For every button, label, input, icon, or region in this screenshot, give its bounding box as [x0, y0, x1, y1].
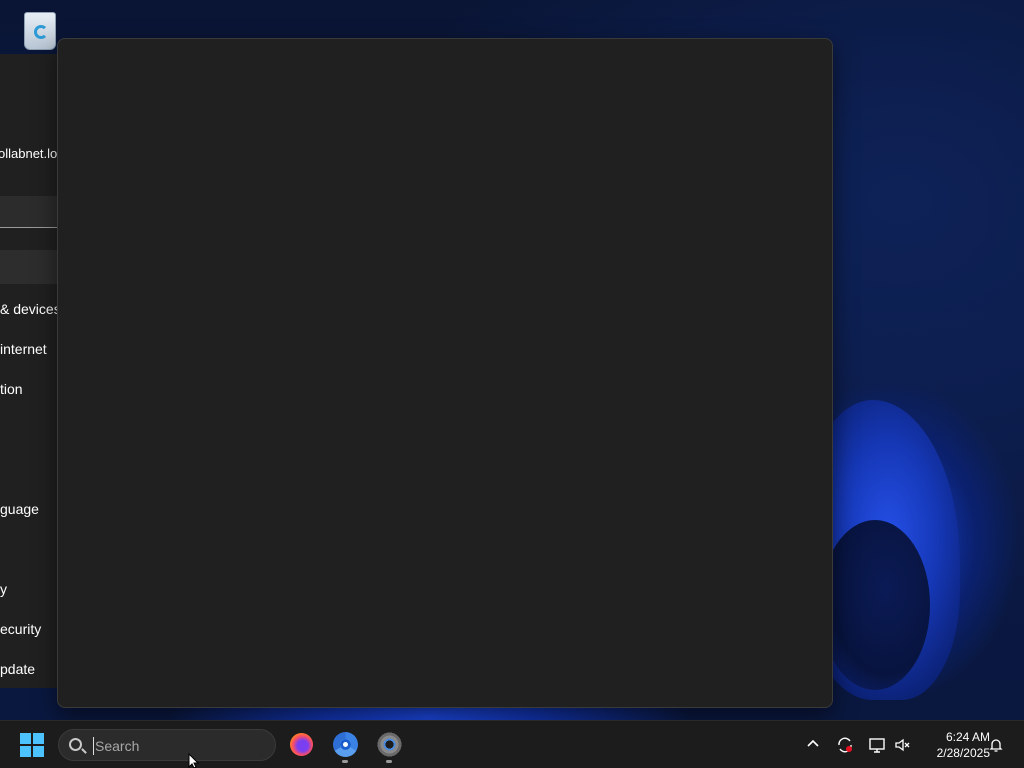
- clock-date: 2/28/2025: [936, 746, 990, 760]
- running-indicator: [342, 760, 348, 763]
- nav-item-selected[interactable]: [0, 250, 60, 284]
- search-input[interactable]: [93, 737, 263, 755]
- sync-icon[interactable]: [836, 736, 854, 754]
- clock-time: 6:24 AM: [945, 730, 990, 744]
- chevron-up-icon[interactable]: [804, 735, 822, 753]
- nav-item-bluetooth-devices[interactable]: & devices: [0, 301, 60, 317]
- search-icon: [69, 738, 82, 751]
- settings-window: ollabnet.lo & devices internet tion guag…: [0, 54, 60, 688]
- wallpaper-bloom-shadow: [820, 520, 930, 690]
- taskbar-app-chrome[interactable]: [327, 727, 363, 763]
- taskbar-app-firefox[interactable]: [283, 727, 319, 763]
- recycle-bin-icon[interactable]: [20, 8, 60, 52]
- taskbar: 6:24 AM 2/28/2025: [0, 720, 1024, 768]
- notification-bell-icon[interactable]: [987, 736, 1005, 754]
- system-clock[interactable]: 6:24 AM 2/28/2025: [916, 729, 990, 761]
- blank-window[interactable]: [57, 38, 833, 708]
- nav-item-personalization[interactable]: tion: [0, 381, 23, 397]
- settings-search-input[interactable]: [0, 196, 60, 228]
- nav-item-windows-update[interactable]: pdate: [0, 661, 35, 677]
- windows-logo-icon: [20, 733, 31, 744]
- start-button[interactable]: [16, 729, 48, 761]
- volume-muted-icon[interactable]: [894, 736, 912, 754]
- nav-item-accessibility[interactable]: y: [0, 581, 7, 597]
- firefox-icon: [290, 733, 313, 756]
- nav-item-privacy-security[interactable]: ecurity: [0, 621, 41, 637]
- chrome-icon: [333, 732, 358, 757]
- account-email: ollabnet.lo: [0, 146, 58, 161]
- taskbar-app-settings[interactable]: [371, 727, 407, 763]
- running-indicator: [386, 760, 392, 763]
- nav-item-time-language[interactable]: guage: [0, 501, 39, 517]
- nav-item-network-internet[interactable]: internet: [0, 341, 47, 357]
- taskbar-search-box[interactable]: [58, 729, 276, 761]
- network-icon[interactable]: [868, 736, 886, 754]
- settings-gear-icon: [377, 732, 402, 757]
- mouse-cursor-icon: [188, 753, 200, 768]
